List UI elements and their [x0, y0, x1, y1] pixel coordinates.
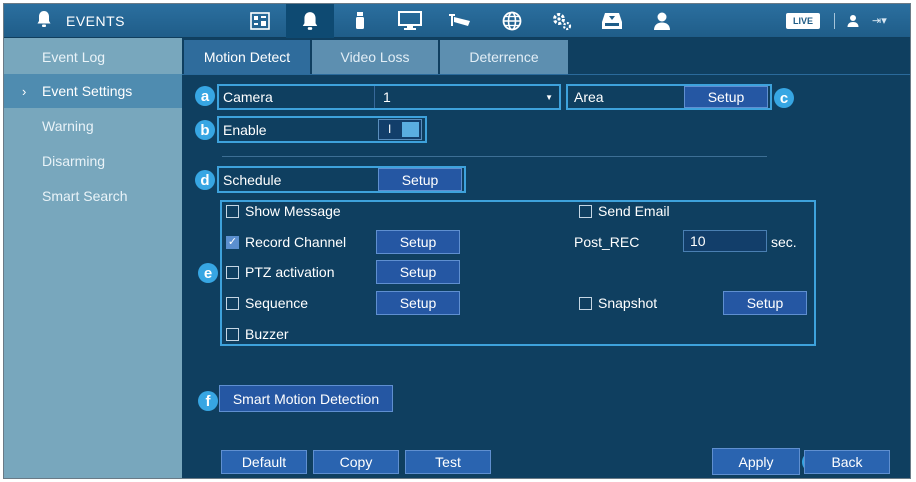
back-button[interactable]: Back — [804, 450, 890, 474]
snapshot-label: Snapshot — [598, 295, 658, 311]
show-message-checkbox[interactable] — [226, 205, 239, 218]
record-channel-label: Record Channel — [245, 234, 347, 250]
settings-icon[interactable] — [538, 4, 586, 38]
copy-button[interactable]: Copy — [313, 450, 399, 474]
sidebar-item-label: Disarming — [42, 153, 106, 169]
check-icon: ✓ — [227, 236, 238, 248]
default-button[interactable]: Default — [221, 450, 307, 474]
usb-icon[interactable] — [336, 4, 384, 38]
live-button[interactable]: LIVE — [786, 13, 820, 29]
post-rec-unit: sec. — [771, 234, 797, 250]
sequence-checkbox[interactable] — [226, 297, 239, 310]
tab-deterrence[interactable]: Deterrence — [440, 40, 568, 74]
camera-value: 1 — [383, 89, 391, 105]
camera-label: Camera — [223, 89, 273, 105]
camera-icon[interactable] — [436, 4, 484, 38]
sidebar-item-label: Event Log — [42, 49, 106, 65]
sidebar-item-warning[interactable]: Warning — [4, 109, 182, 143]
ptz-activation-checkbox[interactable] — [226, 266, 239, 279]
camera-select[interactable]: Camera 1 ▼ — [217, 84, 561, 110]
enable-toggle[interactable]: I — [378, 119, 422, 140]
apply-button[interactable]: Apply — [712, 448, 800, 475]
sidebar-item-label: Smart Search — [42, 188, 128, 204]
post-rec-input[interactable]: 10 — [683, 230, 767, 252]
buzzer-label: Buzzer — [245, 326, 289, 342]
post-rec-label: Post_REC — [574, 234, 640, 250]
bell-icon — [36, 10, 52, 33]
sidebar-item-label: Event Settings — [42, 83, 133, 99]
sidebar-item-label: Warning — [42, 118, 94, 134]
sidebar-item-smart-search[interactable]: Smart Search — [4, 179, 182, 213]
smart-motion-detection-button[interactable]: Smart Motion Detection — [219, 385, 393, 412]
tab-underline — [182, 74, 910, 75]
network-icon[interactable] — [488, 4, 536, 38]
tab-video-loss[interactable]: Video Loss — [312, 40, 438, 74]
bell-icon[interactable] — [286, 4, 334, 38]
callout-a: a — [195, 86, 215, 106]
chevron-down-icon: ▼ — [545, 92, 553, 102]
logout-icon[interactable]: ⇥▾ — [872, 14, 887, 27]
toggle-text: I — [388, 122, 392, 136]
sidebar-item-event-log[interactable]: Event Log — [4, 40, 182, 74]
callout-e: e — [198, 263, 218, 283]
tab-bar: Motion Detect Video Loss Deterrence — [182, 38, 910, 74]
display-icon[interactable] — [236, 4, 284, 38]
ptz-setup-button[interactable]: Setup — [376, 260, 460, 284]
sidebar-item-event-settings[interactable]: › Event Settings — [4, 74, 182, 108]
monitor-icon[interactable] — [386, 4, 434, 38]
sequence-setup-button[interactable]: Setup — [376, 291, 460, 315]
test-button[interactable]: Test — [405, 450, 491, 474]
ptz-activation-label: PTZ activation — [245, 264, 335, 280]
storage-icon[interactable] — [588, 4, 636, 38]
toggle-knob — [402, 122, 419, 137]
enable-label: Enable — [223, 121, 267, 138]
divider — [834, 13, 835, 29]
app-header: EVENTS — [36, 4, 125, 38]
record-channel-setup-button[interactable]: Setup — [376, 230, 460, 254]
callout-c: c — [774, 88, 794, 108]
sidebar-item-disarming[interactable]: Disarming — [4, 144, 182, 178]
top-bar: EVENTS LIVE ⇥▾ — [4, 4, 910, 38]
events-window: EVENTS LIVE ⇥▾ Event Log › Event Setting… — [3, 3, 911, 479]
sequence-label: Sequence — [245, 295, 309, 311]
callout-d: d — [195, 170, 215, 190]
schedule-label: Schedule — [223, 171, 282, 188]
record-channel-checkbox[interactable]: ✓ — [226, 236, 239, 249]
send-email-label: Send Email — [598, 203, 670, 219]
send-email-checkbox[interactable] — [579, 205, 592, 218]
sidebar: Event Log › Event Settings Warning Disar… — [4, 38, 182, 478]
area-setup-button[interactable]: Setup — [684, 86, 768, 108]
schedule-setup-button[interactable]: Setup — [378, 168, 462, 191]
chevron-right-icon: › — [22, 83, 27, 99]
app-title: EVENTS — [66, 13, 126, 29]
snapshot-checkbox[interactable] — [579, 297, 592, 310]
tab-motion-detect[interactable]: Motion Detect — [184, 40, 310, 74]
callout-b: b — [195, 120, 215, 140]
show-message-label: Show Message — [245, 203, 341, 219]
field-separator — [374, 86, 375, 108]
account-user-icon[interactable] — [847, 14, 859, 33]
callout-f: f — [198, 391, 218, 411]
section-divider — [222, 156, 767, 157]
buzzer-checkbox[interactable] — [226, 328, 239, 341]
user-icon[interactable] — [638, 4, 686, 38]
area-label: Area — [574, 89, 604, 105]
snapshot-setup-button[interactable]: Setup — [723, 291, 807, 315]
